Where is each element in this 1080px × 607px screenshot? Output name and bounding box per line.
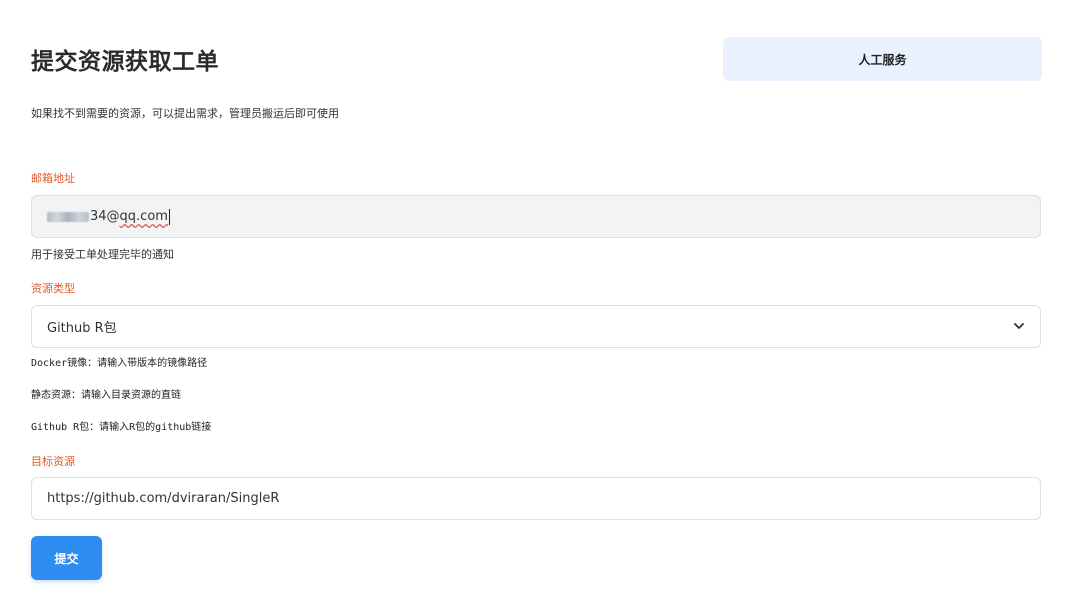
chevron-down-icon (1013, 321, 1025, 333)
resource-note-github: Github R包：请输入R包的github链接 (31, 422, 212, 433)
target-resource-label: 目标资源 (31, 455, 75, 468)
email-label: 邮箱地址 (31, 172, 75, 185)
resource-note-docker: Docker镜像：请输入带版本的镜像路径 (31, 358, 208, 369)
email-field[interactable]: 34@ qq.com (31, 195, 1041, 238)
text-caret (168, 208, 170, 225)
email-help-text: 用于接受工单处理完毕的通知 (31, 248, 174, 261)
resource-type-label: 资源类型 (31, 282, 75, 295)
submit-button[interactable]: 提交 (31, 536, 102, 580)
email-value-visible: 34@ (90, 209, 120, 224)
human-service-button[interactable]: 人工服务 (723, 37, 1042, 81)
target-resource-input[interactable] (31, 477, 1041, 520)
email-value-domain: qq.com (119, 209, 168, 224)
resource-type-select[interactable]: Github R包 (31, 305, 1041, 348)
resource-note-static: 静态资源：请输入目录资源的直链 (31, 390, 181, 401)
resource-type-selected: Github R包 (47, 321, 117, 336)
blurred-email-prefix (47, 211, 89, 222)
page-title: 提交资源获取工单 (31, 49, 219, 75)
intro-text: 如果找不到需要的资源，可以提出需求，管理员搬运后即可使用 (31, 107, 339, 120)
